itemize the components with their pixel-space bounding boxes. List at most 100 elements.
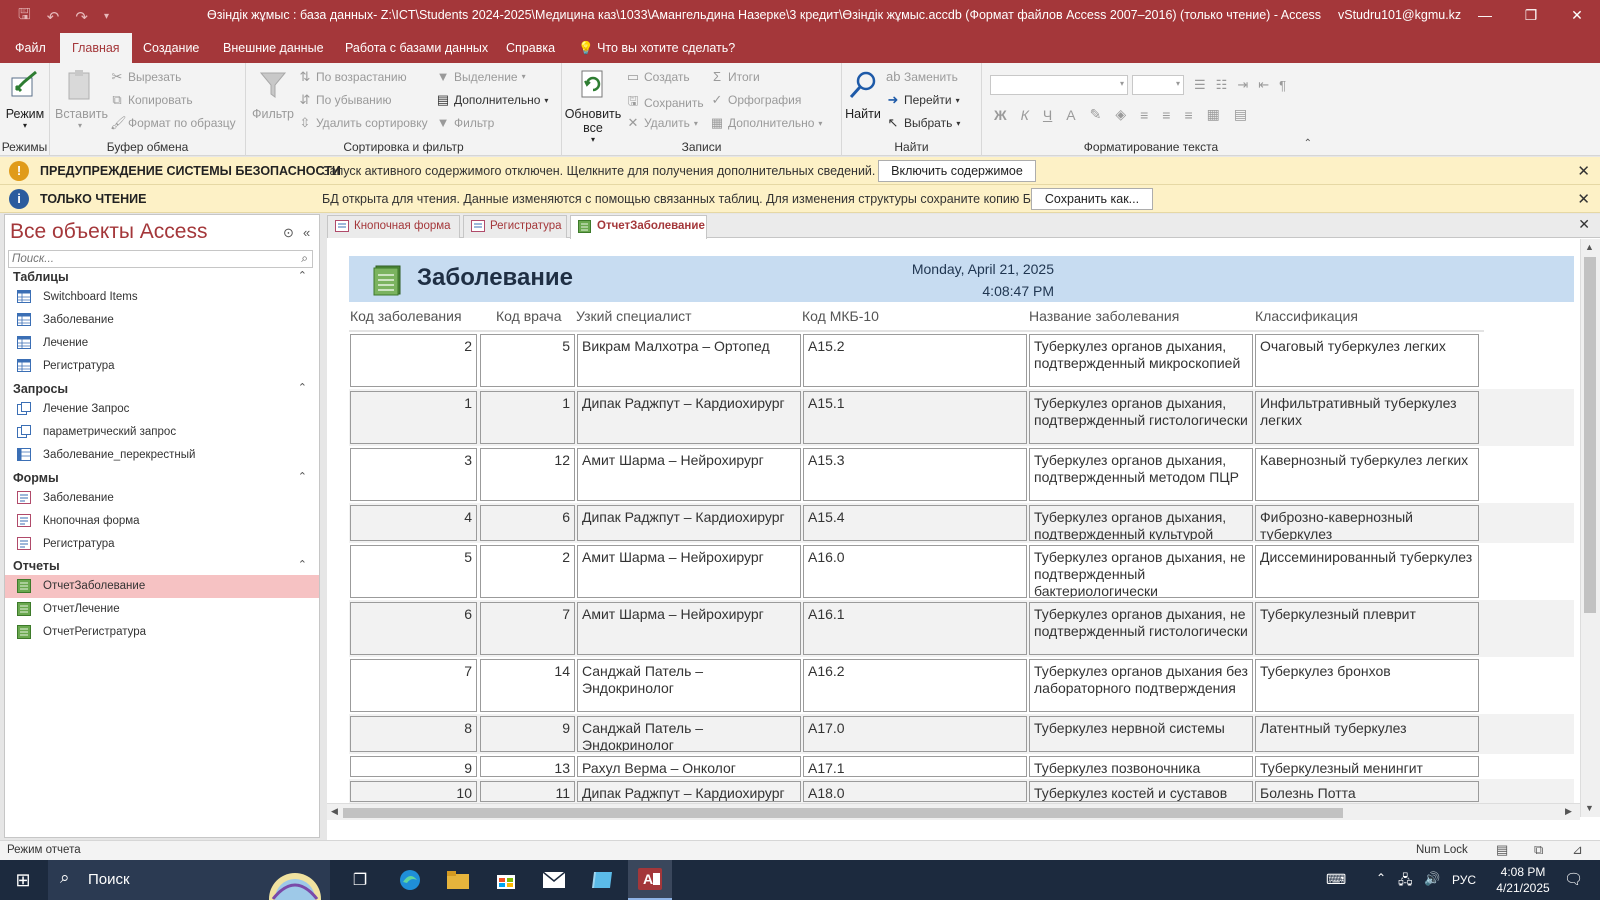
format-painter-button[interactable]: 🖌 Формат по образцу <box>110 115 236 131</box>
cut-button[interactable]: ✂ Вырезать <box>110 69 182 85</box>
doc-tab-report-active[interactable]: ОтчетЗаболевание <box>570 215 707 239</box>
gridlines-icon[interactable]: ▦ <box>1207 106 1220 123</box>
collapse-ribbon-icon[interactable]: ⌃ <box>1304 138 1312 149</box>
task-view-icon[interactable]: ❐ <box>340 860 380 900</box>
align-right-icon[interactable]: ≡ <box>1184 107 1192 123</box>
close-icon[interactable]: ✕ <box>1554 0 1600 33</box>
nav-item-report[interactable]: ОтчетЛечение <box>5 598 319 621</box>
sort-ascending-button[interactable]: ⇅ По возрастанию <box>298 69 407 85</box>
volume-icon[interactable]: 🔊 <box>1424 871 1440 900</box>
save-record-button[interactable]: 🖫 Сохранить <box>626 92 703 114</box>
nav-pane-title[interactable]: Все объекты Access <box>10 220 208 244</box>
nav-section-tables[interactable]: Таблицы ⌃ <box>5 266 319 288</box>
nav-item-form[interactable]: Регистратура <box>5 533 319 556</box>
store-icon[interactable] <box>486 860 526 900</box>
tab-database-tools[interactable]: Работа с базами данных <box>333 33 500 63</box>
selection-button[interactable]: ▼ Выделение ▾ <box>436 69 526 84</box>
save-as-button[interactable]: Сохранить как... <box>1031 188 1153 210</box>
advanced-filter-button[interactable]: ▤ Дополнительно ▾ <box>436 92 549 108</box>
language-indicator[interactable]: РУС <box>1452 873 1476 900</box>
notes-app-icon[interactable] <box>582 860 622 900</box>
report-view-icon[interactable]: ▤ <box>1496 842 1508 858</box>
tell-me-search[interactable]: 💡 Что вы хотите сделать? <box>566 33 747 63</box>
tab-external-data[interactable]: Внешние данные <box>211 33 336 63</box>
save-icon[interactable]: 🖫 <box>18 4 31 29</box>
font-size-combo[interactable]: ▾ <box>1132 75 1184 95</box>
collapse-pane-icon[interactable]: « <box>303 225 310 240</box>
find-button[interactable]: Найти <box>844 67 882 121</box>
align-center-icon[interactable]: ≡ <box>1162 107 1170 123</box>
nav-item-table[interactable]: Switchboard Items <box>5 286 319 309</box>
fill-color-icon[interactable]: ◈ <box>1115 106 1126 123</box>
customize-qat-icon[interactable]: ▾ <box>104 11 109 22</box>
scroll-right-icon[interactable]: ▶ <box>1565 806 1572 817</box>
font-color-icon[interactable]: A <box>1066 107 1075 123</box>
underline-icon[interactable]: Ч <box>1043 107 1052 123</box>
align-left-icon[interactable]: ≡ <box>1140 107 1148 123</box>
horizontal-scrollbar[interactable]: ◀ ▶ <box>327 803 1580 820</box>
collapse-section-icon[interactable]: ⌃ <box>298 269 307 282</box>
tab-home[interactable]: Главная <box>60 33 132 63</box>
nav-item-form[interactable]: Заболевание <box>5 487 319 510</box>
account-name[interactable]: vStudru101@kgmu.kz <box>1338 8 1461 22</box>
security-warning-text[interactable]: Запуск активного содержимого отключен. Щ… <box>322 164 875 178</box>
nav-item-query[interactable]: Заболевание_перекрестный <box>5 444 319 467</box>
keyboard-icon[interactable]: ⌨ <box>1326 871 1346 900</box>
decrease-indent-icon[interactable]: ⇤ <box>1258 77 1269 93</box>
tab-help[interactable]: Справка <box>494 33 567 63</box>
vertical-scrollbar[interactable]: ▲ ▼ <box>1580 239 1600 817</box>
doc-tab-registry[interactable]: Регистратура <box>463 215 567 238</box>
nav-section-reports[interactable]: Отчеты ⌃ <box>5 555 319 577</box>
access-app-icon[interactable]: A <box>628 860 672 900</box>
refresh-all-button[interactable]: Обновить все ▾ <box>564 67 622 144</box>
doc-tab-switchboard[interactable]: Кнопочная форма <box>327 215 460 238</box>
nav-item-query[interactable]: параметрический запрос <box>5 421 319 444</box>
goto-button[interactable]: ➜ Перейти ▾ <box>886 92 960 108</box>
taskbar-search[interactable]: ⌕ Поиск <box>48 860 330 900</box>
numbering-icon[interactable]: ☷ <box>1216 77 1228 93</box>
sort-descending-button[interactable]: ⇵ По убыванию <box>298 92 392 108</box>
undo-icon[interactable]: ↶ <box>47 8 60 26</box>
copy-button[interactable]: ⧉ Копировать <box>110 92 192 108</box>
scroll-down-icon[interactable]: ▼ <box>1585 803 1594 813</box>
close-icon[interactable]: ✕ <box>1577 190 1590 208</box>
select-button[interactable]: ↖ Выбрать ▾ <box>886 115 961 131</box>
nav-item-report-selected[interactable]: ОтчетЗаболевание <box>5 575 319 598</box>
spelling-button[interactable]: ✓ Орфография <box>710 92 802 108</box>
print-preview-icon[interactable]: ⧉ <box>1534 842 1543 858</box>
scroll-thumb[interactable] <box>1584 257 1596 613</box>
scroll-thumb[interactable] <box>343 808 1343 818</box>
increase-indent-icon[interactable]: ⇥ <box>1237 77 1248 93</box>
totals-button[interactable]: Σ Итоги <box>710 69 760 84</box>
nav-menu-icon[interactable]: ⊙ <box>283 225 294 241</box>
file-explorer-icon[interactable] <box>438 860 478 900</box>
highlight-icon[interactable]: ✎ <box>1090 106 1102 123</box>
filter-button[interactable]: Фильтр <box>251 67 295 121</box>
paste-button[interactable]: Вставить ▾ <box>55 67 108 130</box>
replace-button[interactable]: ab Заменить <box>886 69 958 84</box>
close-document-icon[interactable]: ✕ <box>1578 216 1590 233</box>
collapse-section-icon[interactable]: ⌃ <box>298 470 307 483</box>
view-button[interactable]: Режим ▾ <box>2 67 48 130</box>
collapse-section-icon[interactable]: ⌃ <box>298 381 307 394</box>
bullets-icon[interactable]: ☰ <box>1194 77 1206 93</box>
windows-start-icon[interactable]: ⊞ <box>0 860 46 900</box>
enable-content-button[interactable]: Включить содержимое <box>878 160 1036 182</box>
new-record-button[interactable]: ▭ Создать <box>626 69 690 85</box>
paragraph-icon[interactable]: ¶ <box>1279 78 1286 93</box>
tab-file[interactable]: Файл <box>3 33 58 63</box>
nav-item-table[interactable]: Регистратура <box>5 355 319 378</box>
show-hidden-icons-icon[interactable]: ⌃ <box>1376 871 1386 900</box>
nav-section-forms[interactable]: Формы ⌃ <box>5 467 319 489</box>
edge-browser-icon[interactable] <box>390 860 430 900</box>
toggle-filter-button[interactable]: ▼ Фильтр <box>436 115 495 130</box>
delete-record-button[interactable]: ✕ Удалить ▾ <box>626 115 698 131</box>
clock[interactable]: 4:08 PM 4/21/2025 <box>1488 864 1558 900</box>
nav-search-input[interactable] <box>9 251 289 267</box>
font-name-combo[interactable]: ▾ <box>990 75 1128 95</box>
nav-item-table[interactable]: Лечение <box>5 332 319 355</box>
nav-item-form[interactable]: Кнопочная форма <box>5 510 319 533</box>
collapse-section-icon[interactable]: ⌃ <box>298 558 307 571</box>
nav-item-table[interactable]: Заболевание <box>5 309 319 332</box>
network-icon[interactable]: 🖧 <box>1398 871 1413 900</box>
